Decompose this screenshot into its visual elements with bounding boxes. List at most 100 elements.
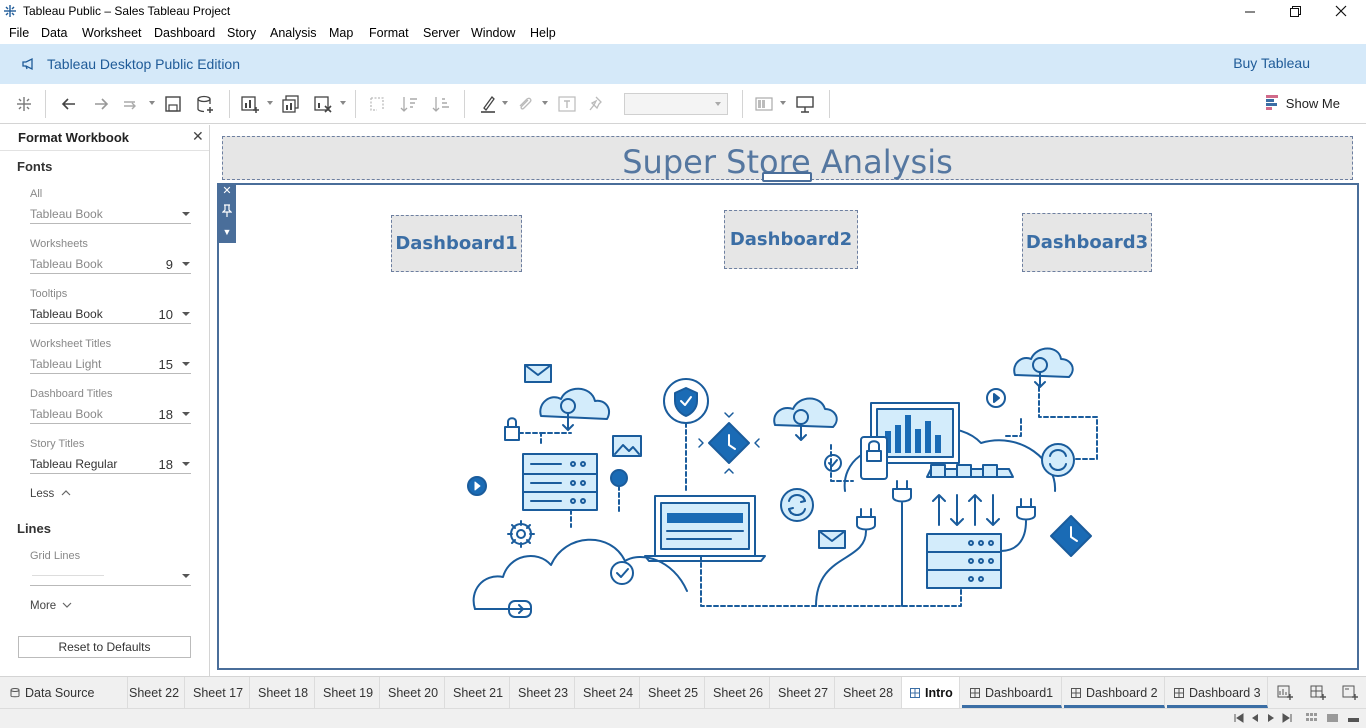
tab-sheet-19[interactable]: Sheet 19 (315, 677, 380, 708)
tab-sheet-20[interactable]: Sheet 20 (380, 677, 445, 708)
tab-sheet-23[interactable]: Sheet 23 (510, 677, 575, 708)
close-window-button[interactable] (1318, 0, 1364, 22)
new-dashboard-icon[interactable] (1310, 684, 1326, 700)
font-select-worksheets[interactable]: Tableau Book 9 (30, 254, 191, 274)
replay-dropdown[interactable] (149, 101, 155, 105)
tab-label: Dashboard1 (985, 686, 1054, 700)
buy-tableau-link[interactable]: Buy Tableau (1233, 55, 1310, 71)
highlight-dropdown[interactable] (502, 101, 508, 105)
reset-to-defaults-button[interactable]: Reset to Defaults (18, 636, 191, 658)
highlight-icon[interactable] (478, 94, 498, 114)
menu-window[interactable]: Window (471, 26, 515, 40)
show-filmstrip-icon[interactable] (1306, 713, 1318, 723)
menu-format[interactable]: Format (369, 26, 409, 40)
presentation-mode-icon[interactable] (795, 94, 815, 114)
tab-data-source[interactable]: Data Source (0, 677, 128, 708)
fit-dropdown[interactable] (624, 93, 728, 115)
undo-icon[interactable] (59, 94, 79, 114)
next-sheet-icon[interactable] (1266, 713, 1276, 723)
group-dropdown[interactable] (542, 101, 548, 105)
sort-descending-icon[interactable] (431, 94, 451, 114)
tab-sheet-21[interactable]: Sheet 21 (445, 677, 510, 708)
tab-dashboard-3[interactable]: Dashboard 3 (1167, 677, 1268, 708)
menu-worksheet[interactable]: Worksheet (82, 26, 142, 40)
font-select-all[interactable]: Tableau Book (30, 204, 191, 224)
tab-sheet-27[interactable]: Sheet 27 (770, 677, 835, 708)
replay-icon[interactable] (121, 94, 141, 114)
tab-sheet-22[interactable]: Sheet 22 (128, 677, 185, 708)
fix-axes-icon[interactable] (588, 94, 608, 114)
show-cards-dropdown[interactable] (780, 101, 786, 105)
font-size: 15 (158, 357, 173, 372)
more-toggle[interactable]: More (30, 600, 72, 612)
new-story-icon[interactable] (1342, 684, 1358, 700)
tab-intro[interactable]: Intro (902, 677, 960, 708)
more-options-icon[interactable]: ▼ (218, 227, 236, 237)
menu-help[interactable]: Help (530, 26, 556, 40)
menu-story[interactable]: Story (227, 26, 256, 40)
dashboard1-button[interactable]: Dashboard1 (391, 215, 522, 272)
font-name: Tableau Book (30, 407, 103, 421)
tab-sheet-25[interactable]: Sheet 25 (640, 677, 705, 708)
tab-dashboard-2[interactable]: Dashboard 2 (1064, 677, 1165, 708)
duplicate-sheet-icon[interactable] (281, 94, 301, 114)
menu-dashboard[interactable]: Dashboard (154, 26, 215, 40)
grid-lines-select[interactable] (30, 566, 191, 586)
show-sheet-sorter-icon[interactable] (1327, 713, 1339, 723)
dashboard2-button[interactable]: Dashboard2 (724, 210, 858, 269)
line-style-preview (32, 575, 104, 576)
less-label: Less (30, 488, 55, 500)
new-worksheet-icon[interactable] (1277, 684, 1293, 700)
clear-sheet-icon[interactable] (313, 94, 333, 114)
dashboard3-button[interactable]: Dashboard3 (1022, 213, 1152, 272)
font-select-dashboard-titles[interactable]: Tableau Book 18 (30, 404, 191, 424)
save-icon[interactable] (163, 94, 183, 114)
divider (0, 150, 209, 151)
menu-server[interactable]: Server (423, 26, 460, 40)
pin-icon[interactable] (222, 204, 232, 218)
font-select-worksheet-titles[interactable]: Tableau Light 15 (30, 354, 191, 374)
previous-sheet-icon[interactable] (1250, 713, 1260, 723)
show-mark-labels-icon[interactable] (557, 94, 577, 114)
swap-rows-columns-icon[interactable] (367, 94, 387, 114)
tab-sheet-26[interactable]: Sheet 26 (705, 677, 770, 708)
font-select-tooltips[interactable]: Tableau Book 10 (30, 304, 191, 324)
tab-sheet-24[interactable]: Sheet 24 (575, 677, 640, 708)
font-name: Tableau Book (30, 307, 103, 321)
tab-label: Dashboard 3 (1189, 686, 1261, 700)
font-select-story-titles[interactable]: Tableau Regular 18 (30, 454, 191, 474)
close-pane-icon[interactable]: ✕ (192, 128, 204, 145)
tab-sheet-17[interactable]: Sheet 17 (185, 677, 250, 708)
menu-data[interactable]: Data (41, 26, 67, 40)
chevron-down-icon (182, 412, 190, 416)
menu-analysis[interactable]: Analysis (270, 26, 317, 40)
chevron-down-icon (182, 362, 190, 366)
show-cards-icon[interactable] (754, 94, 774, 114)
field-label-grid-lines: Grid Lines (30, 550, 81, 562)
toolbar-separator (229, 90, 230, 118)
remove-zone-icon[interactable]: ✕ (218, 184, 236, 197)
less-toggle[interactable]: Less (30, 488, 71, 500)
show-tabs-icon[interactable] (1348, 713, 1360, 723)
show-me-icon (1265, 95, 1278, 110)
last-sheet-icon[interactable] (1282, 713, 1292, 723)
redo-icon[interactable] (91, 94, 111, 114)
first-sheet-icon[interactable] (1234, 713, 1244, 723)
group-members-icon[interactable] (515, 94, 535, 114)
menu-file[interactable]: File (9, 26, 29, 40)
tab-sheet-28[interactable]: Sheet 28 (835, 677, 902, 708)
show-me-button[interactable]: Show Me (1265, 95, 1340, 111)
new-worksheet-dropdown[interactable] (267, 101, 273, 105)
new-data-source-icon[interactable] (195, 94, 215, 114)
clear-dropdown[interactable] (340, 101, 346, 105)
tableau-start-icon[interactable] (14, 94, 34, 114)
new-worksheet-icon[interactable] (240, 94, 260, 114)
sort-ascending-icon[interactable] (399, 94, 419, 114)
resize-handle[interactable] (762, 172, 812, 182)
restore-button[interactable] (1272, 0, 1318, 22)
menu-map[interactable]: Map (329, 26, 353, 40)
minimize-button[interactable] (1227, 0, 1273, 22)
field-label-worksheet-titles: Worksheet Titles (30, 338, 112, 350)
tab-sheet-18[interactable]: Sheet 18 (250, 677, 315, 708)
tab-dashboard1[interactable]: Dashboard1 (962, 677, 1062, 708)
